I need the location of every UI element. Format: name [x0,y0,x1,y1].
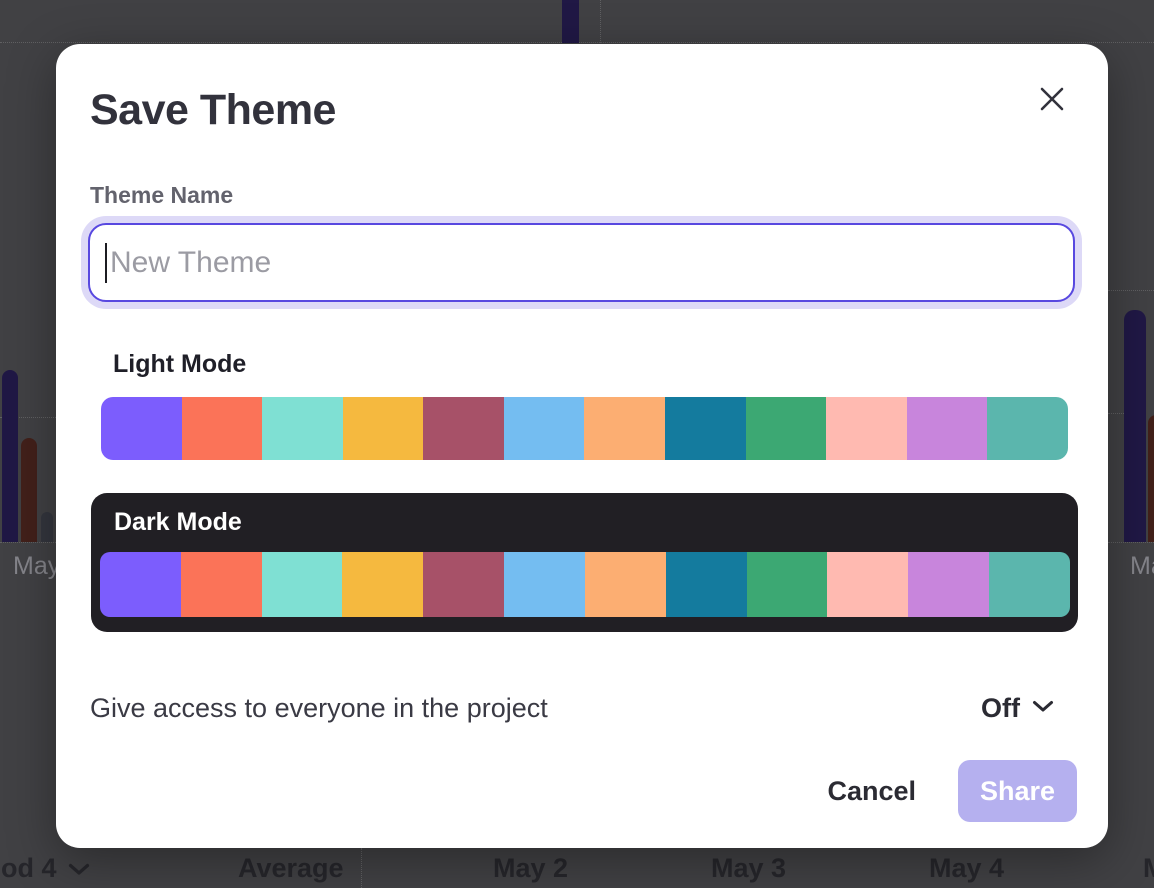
palette-swatch [908,552,989,617]
chevron-down-icon [1032,700,1054,716]
grid-line [1108,542,1154,543]
palette-swatch [343,397,424,460]
palette-swatch [342,552,423,617]
palette-swatch [423,397,504,460]
chart-bar [1148,415,1154,542]
palette-swatch [182,397,263,460]
chevron-down-icon[interactable] [68,863,90,881]
share-button[interactable]: Share [958,760,1077,822]
x-axis-month-left: May [13,552,60,581]
light-mode-label: Light Mode [113,350,246,379]
palette-swatch [826,397,907,460]
dark-mode-palette[interactable] [100,552,1070,617]
text-caret [105,243,107,283]
dialog-footer: Cancel Share [827,760,1077,822]
palette-swatch [100,552,181,617]
palette-swatch [101,397,182,460]
palette-swatch [666,552,747,617]
palette-swatch [504,552,585,617]
light-mode-palette[interactable] [101,397,1068,460]
close-icon [1038,85,1066,116]
access-row: Give access to everyone in the project O… [90,680,1054,736]
chart-bar [1124,310,1146,542]
palette-swatch [584,397,665,460]
save-theme-dialog: Save Theme Theme Name Light Mode Dark Mo… [56,44,1108,848]
access-label: Give access to everyone in the project [90,693,548,724]
palette-swatch [746,397,827,460]
dark-mode-card: Dark Mode [91,493,1078,632]
grid-line [361,848,362,888]
x-axis-month-right: Ma [1130,552,1154,581]
palette-swatch [504,397,585,460]
chart-bar [21,438,37,542]
grid-line [0,542,56,543]
theme-name-field-wrap [88,223,1075,302]
x-axis-label-average: Average [238,853,344,884]
palette-swatch [907,397,988,460]
palette-swatch [747,552,828,617]
palette-swatch [989,552,1070,617]
x-axis-label-may3: May 3 [711,853,786,884]
access-dropdown-value: Off [981,693,1020,724]
palette-swatch [262,552,343,617]
chart-bar [562,0,579,43]
x-axis-label-may2: May 2 [493,853,568,884]
grid-line [1108,413,1124,414]
access-dropdown[interactable]: Off [981,693,1054,724]
theme-name-input[interactable] [88,223,1075,302]
palette-swatch [423,552,504,617]
screen: May Ma od 4 Average May 2 May 3 May 4 M … [0,0,1154,888]
palette-swatch [665,397,746,460]
dark-mode-label: Dark Mode [114,508,242,537]
x-axis-label-may4: May 4 [929,853,1004,884]
palette-swatch [181,552,262,617]
palette-swatch [827,552,908,617]
palette-swatch [585,552,666,617]
palette-swatch [987,397,1068,460]
x-axis-label-partial: M [1143,853,1154,884]
dialog-title: Save Theme [90,86,336,135]
cancel-button[interactable]: Cancel [827,776,916,807]
theme-name-label: Theme Name [90,182,233,209]
close-button[interactable] [1036,84,1068,116]
grid-line [600,0,601,43]
palette-swatch [262,397,343,460]
chart-bar [41,512,53,542]
grid-line [1108,290,1154,291]
chart-bar [2,370,18,542]
period-dropdown-label[interactable]: od 4 [1,853,57,884]
